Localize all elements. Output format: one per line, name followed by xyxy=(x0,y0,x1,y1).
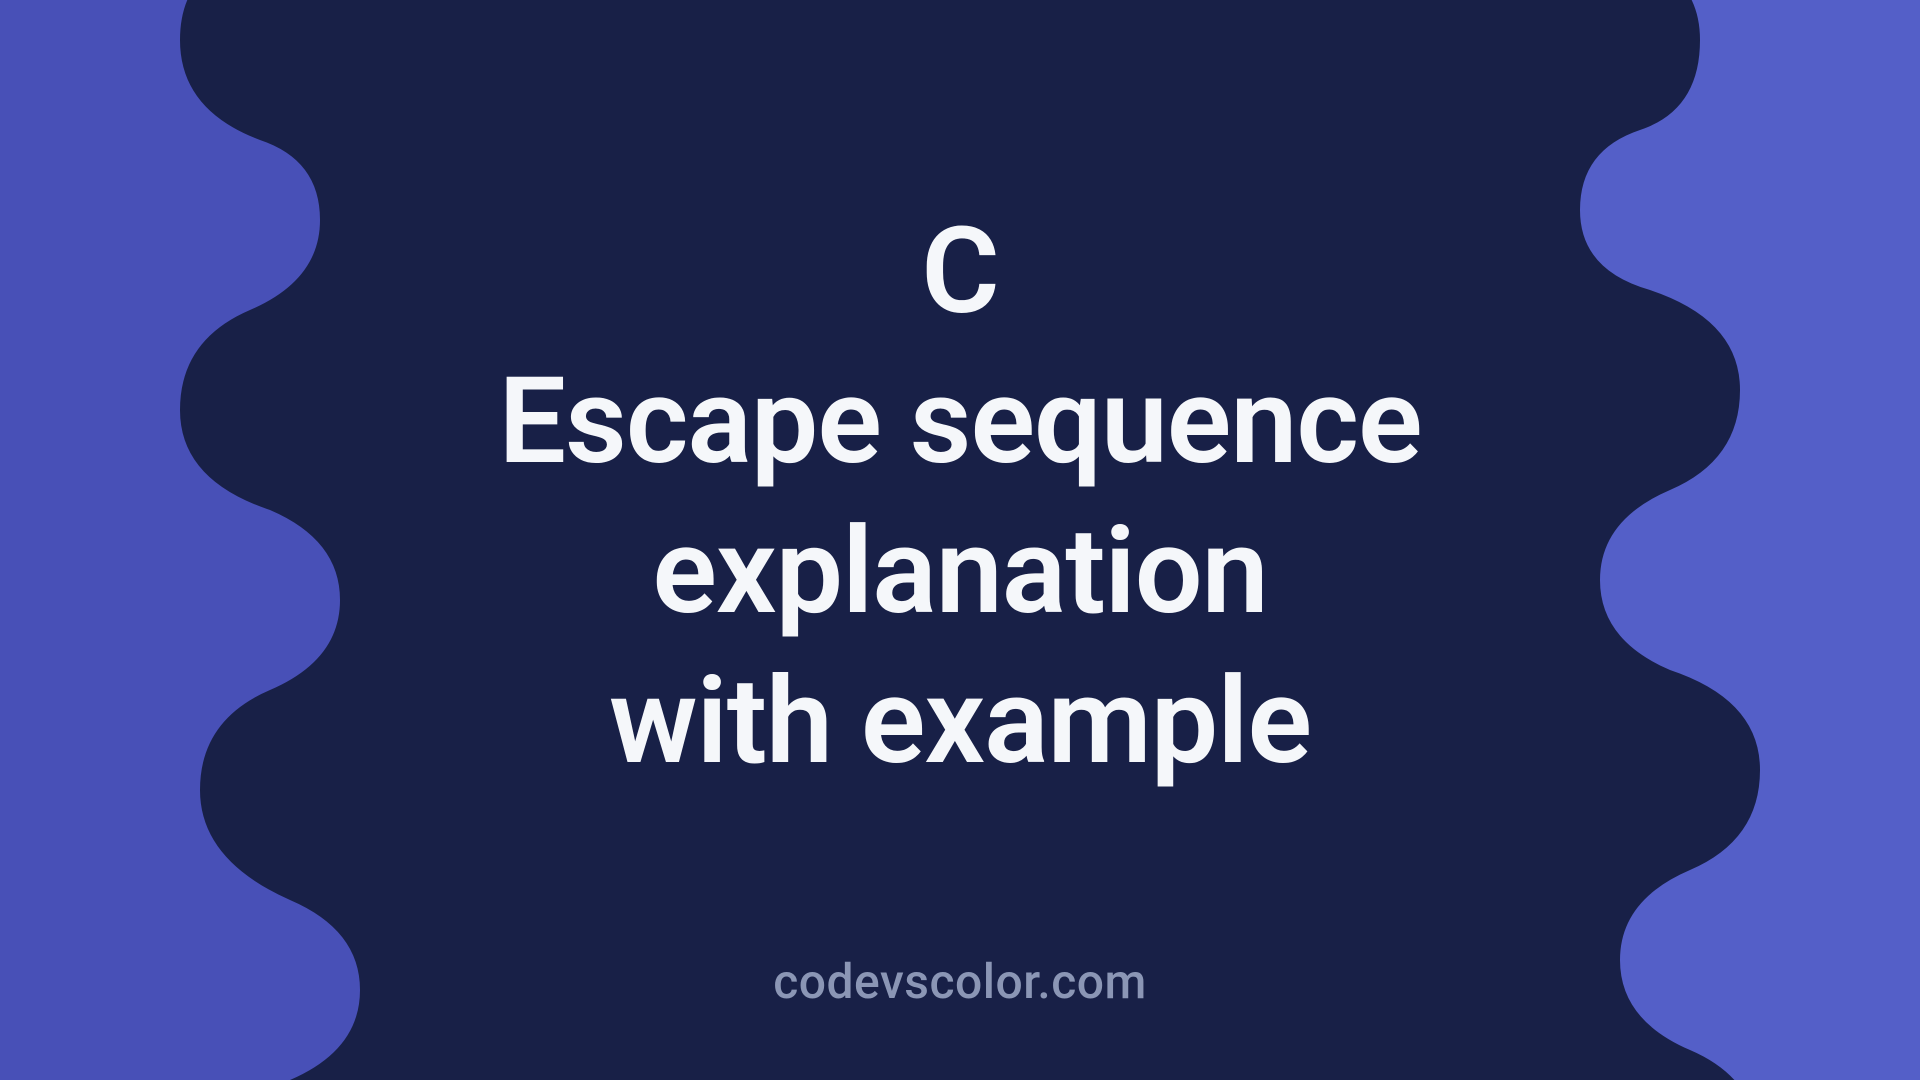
title-content: C Escape sequence explanation with examp… xyxy=(0,197,1920,797)
title-heading: C Escape sequence explanation with examp… xyxy=(0,197,1920,797)
title-line-2: Escape sequence xyxy=(498,352,1421,492)
title-line-3: explanation xyxy=(652,502,1267,642)
title-line-1: C xyxy=(921,202,998,342)
watermark-text: codevscolor.com xyxy=(773,953,1147,1010)
title-line-4: with example xyxy=(609,652,1311,792)
